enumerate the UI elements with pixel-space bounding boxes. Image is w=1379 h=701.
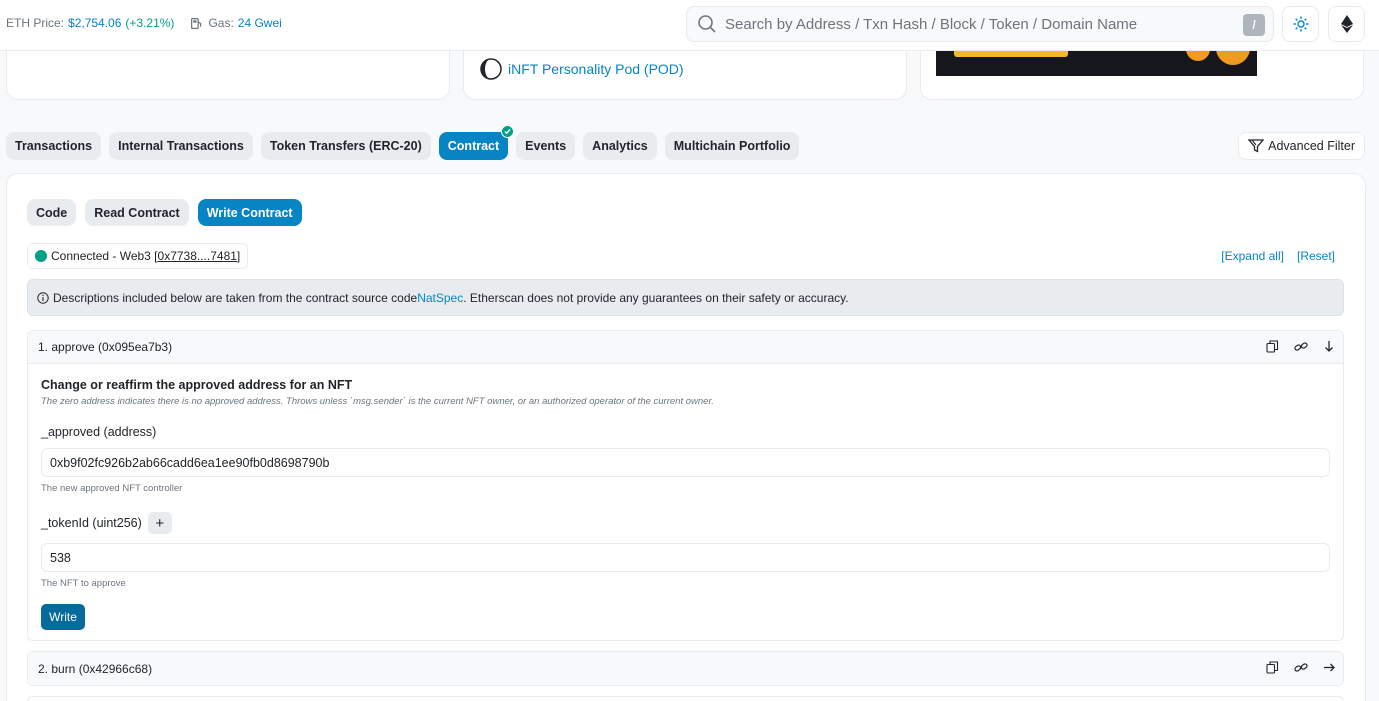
banner-decor	[1186, 51, 1210, 61]
natspec-notice: Descriptions included below are taken fr…	[27, 279, 1344, 316]
function-notice-title: Change or reaffirm the approved address …	[41, 378, 353, 392]
contract-tabs: Transactions Internal Transactions Token…	[6, 125, 807, 160]
connected-address[interactable]: 0x7738....7481	[158, 249, 237, 263]
contract-subtabs: Code Read Contract Write Contract	[27, 199, 311, 226]
function-next	[27, 696, 1344, 701]
web3-connection-status[interactable]: Connected - Web3 [0x7738....7481]	[27, 243, 249, 269]
tab-events[interactable]: Events	[516, 132, 576, 160]
notice-text-after: . Etherscan does not provide any guarant…	[463, 290, 849, 305]
natspec-link[interactable]: NatSpec	[417, 291, 463, 305]
contract-panel: Code Read Contract Write Contract Connec…	[6, 173, 1366, 701]
function-notice-description: The zero address indicates there is no a…	[41, 396, 714, 407]
search-shortcut-badge: /	[1243, 14, 1265, 36]
function-actions	[1266, 661, 1335, 674]
ethereum-icon	[1340, 15, 1353, 33]
function-header[interactable]: 2. burn (0x42966c68)	[28, 652, 1343, 685]
expand-reset-links: [Expand all] [Reset]	[1221, 249, 1335, 263]
gas-info: Gas: 24 Gwei	[190, 16, 282, 30]
notice-text-before: Descriptions included below are taken fr…	[53, 290, 418, 305]
token-logo-icon	[480, 58, 502, 80]
eth-price-change: (+3.21%)	[125, 16, 175, 30]
function-body: Change or reaffirm the approved address …	[28, 364, 1343, 644]
gas-value[interactable]: 24 Gwei	[238, 16, 282, 30]
arrow-down-icon[interactable]	[1323, 340, 1335, 353]
tab-token-transfers[interactable]: Token Transfers (ERC-20)	[260, 132, 431, 160]
gas-pump-icon	[191, 17, 202, 29]
param-tokenid-label: _tokenId (uint256)	[41, 516, 142, 530]
verified-check-icon	[501, 125, 515, 138]
param-hint: The NFT to approve	[41, 578, 126, 589]
function-header[interactable]: 1. approve (0x095ea7b3)	[28, 331, 1343, 364]
banner-decor	[1216, 51, 1250, 65]
theme-toggle-button[interactable]	[1282, 6, 1319, 42]
connected-dot-icon	[35, 250, 47, 262]
function-approve: 1. approve (0x095ea7b3) Change or reaffi…	[27, 330, 1344, 641]
gas-label: Gas:	[208, 16, 234, 30]
token-name[interactable]: iNFT Personality Pod (POD)	[508, 61, 684, 77]
tab-transactions[interactable]: Transactions	[6, 132, 102, 160]
expand-all-link[interactable]: [Expand all]	[1221, 249, 1284, 263]
function-actions	[1266, 340, 1335, 353]
function-burn: 2. burn (0x42966c68)	[27, 651, 1344, 686]
connection-suffix: ]	[236, 249, 241, 263]
copy-icon[interactable]	[1266, 661, 1279, 674]
ad-banner-image[interactable]	[936, 51, 1257, 76]
link-icon[interactable]	[1294, 661, 1308, 674]
function-title: 1. approve (0x095ea7b3)	[38, 340, 173, 354]
token-id-input[interactable]	[41, 543, 1330, 572]
sun-icon	[1293, 16, 1308, 32]
tab-contract-label: Contract	[447, 139, 500, 153]
top-bar: ETH Price: $2,754.06 (+3.21%) Gas: 24 Gw…	[0, 0, 1379, 51]
tab-analytics[interactable]: Analytics	[583, 132, 657, 160]
subtab-write-contract[interactable]: Write Contract	[197, 199, 302, 226]
reset-link[interactable]: [Reset]	[1297, 249, 1335, 263]
add-zeros-button[interactable]: +	[147, 512, 172, 534]
token-tracker-link[interactable]: iNFT Personality Pod (POD)	[480, 58, 684, 80]
arrow-right-icon[interactable]	[1323, 661, 1335, 674]
network-button[interactable]	[1328, 6, 1365, 42]
filter-icon	[1248, 139, 1265, 153]
search-icon	[697, 14, 717, 34]
eth-price-label: ETH Price:	[6, 16, 65, 30]
subtab-read-contract[interactable]: Read Contract	[85, 199, 189, 226]
param-approved-label: _approved (address)	[41, 425, 157, 439]
tab-multichain-portfolio[interactable]: Multichain Portfolio	[664, 132, 800, 160]
search-box[interactable]: /	[686, 6, 1274, 42]
copy-icon[interactable]	[1266, 340, 1279, 353]
connection-prefix: Connected - Web3 [	[51, 249, 158, 263]
advanced-filter-label: Advanced Filter	[1268, 139, 1355, 153]
search-input[interactable]	[725, 15, 1235, 33]
write-button[interactable]: Write	[41, 604, 85, 630]
info-icon	[37, 291, 49, 304]
banner-decor	[954, 51, 1068, 57]
tab-internal-transactions[interactable]: Internal Transactions	[109, 132, 253, 160]
subtab-code[interactable]: Code	[27, 199, 77, 226]
param-hint: The new approved NFT controller	[41, 483, 183, 494]
tab-contract[interactable]: Contract	[438, 125, 515, 160]
link-icon[interactable]	[1294, 340, 1308, 353]
param-label: _approved (address)	[41, 425, 1330, 439]
param-label: _tokenId (uint256) +	[41, 512, 1330, 534]
price-bar: ETH Price: $2,754.06 (+3.21%) Gas: 24 Gw…	[6, 16, 282, 30]
advanced-filter-button[interactable]: Advanced Filter	[1238, 132, 1365, 160]
function-title: 2. burn (0x42966c68)	[38, 661, 153, 676]
approved-address-input[interactable]	[41, 448, 1330, 477]
eth-price-value[interactable]: $2,754.06	[68, 16, 121, 30]
